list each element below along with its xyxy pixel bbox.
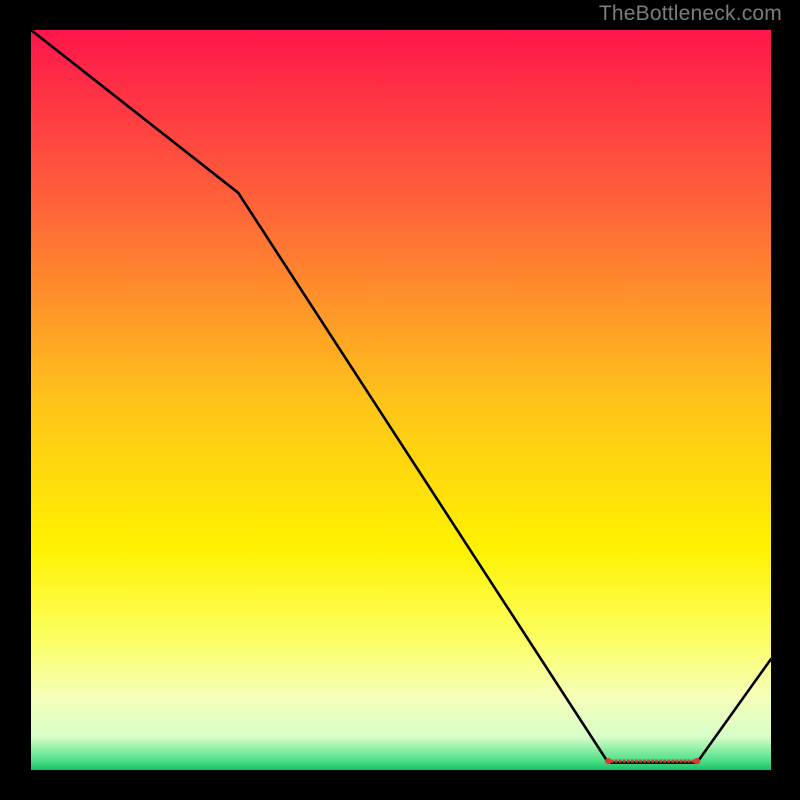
chart-frame: TheBottleneck.com [0, 0, 800, 800]
chart-plot-area [31, 30, 771, 770]
watermark-text: TheBottleneck.com [599, 2, 782, 26]
chart-background [31, 30, 771, 770]
chart-svg [31, 30, 771, 770]
